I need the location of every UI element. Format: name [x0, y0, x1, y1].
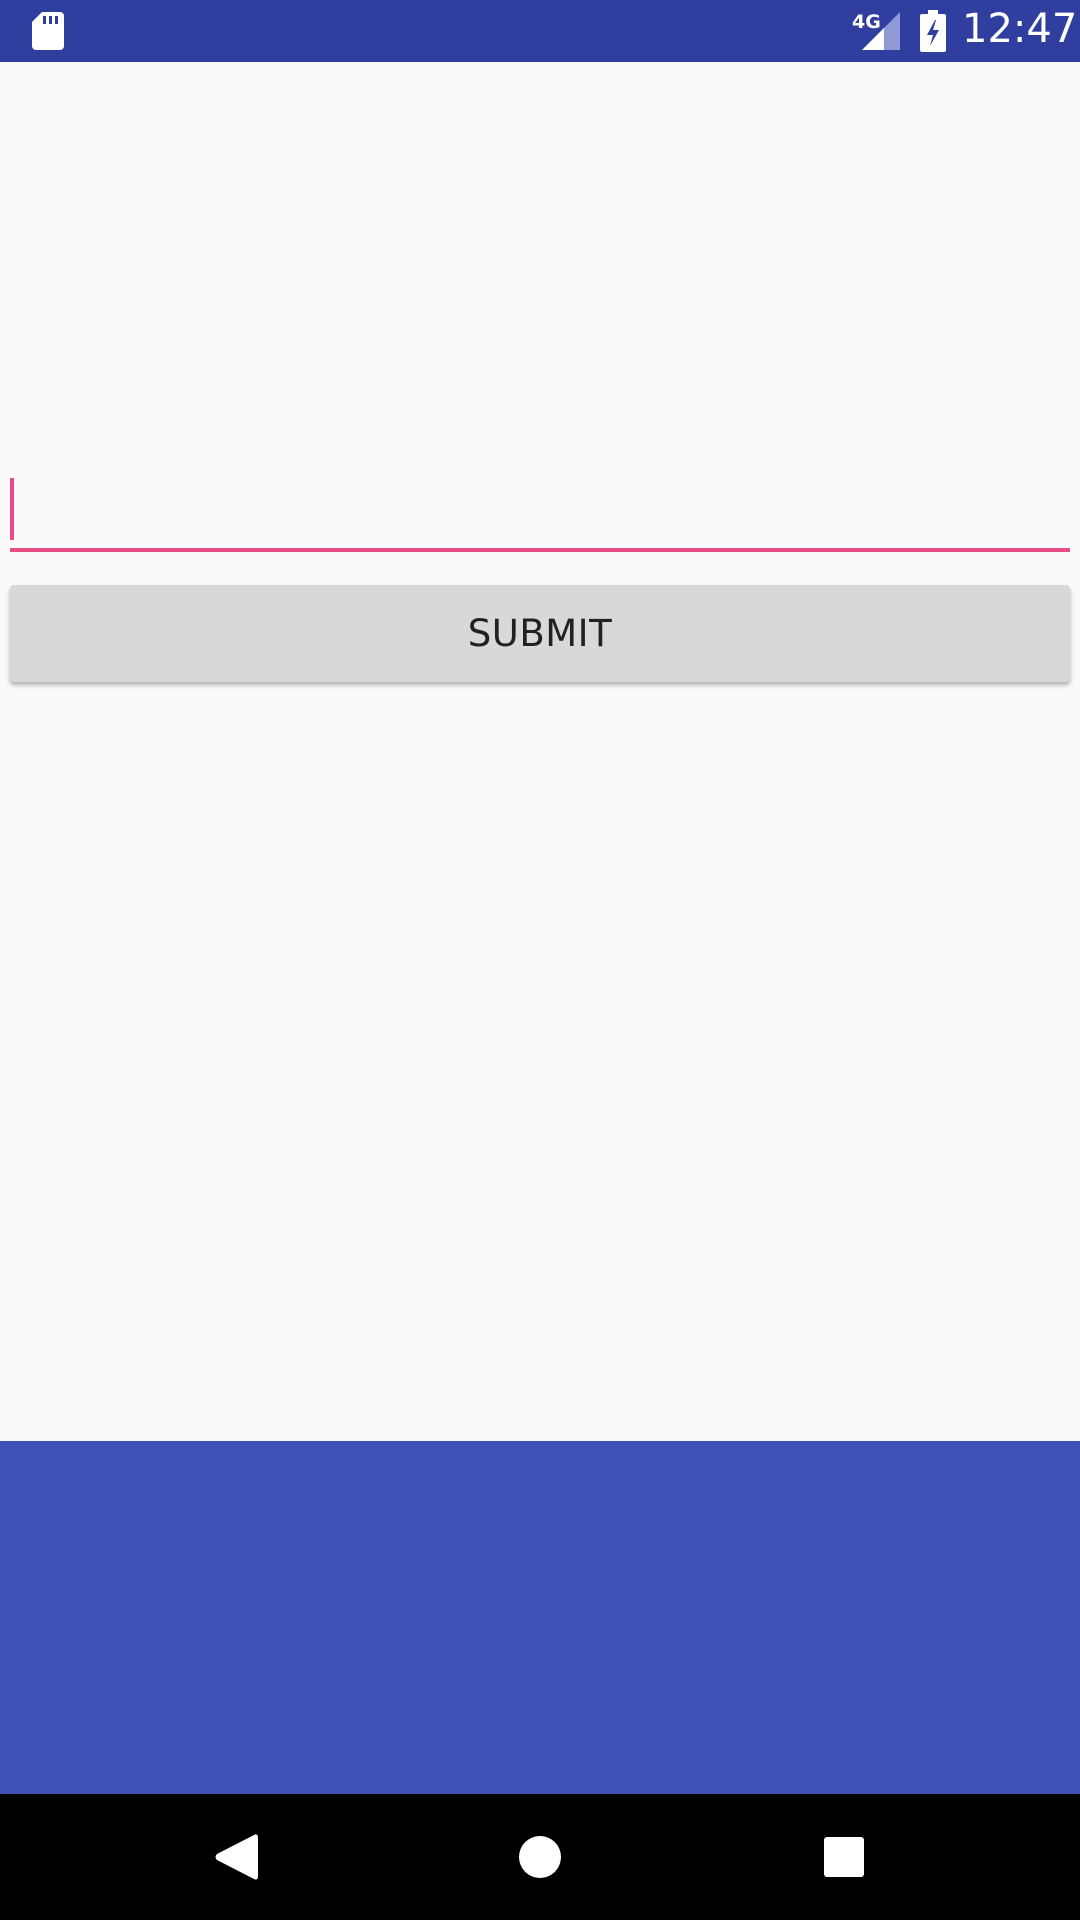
recents-icon [824, 1837, 864, 1877]
text-input[interactable] [10, 476, 1070, 552]
status-bar: 4G 12:47 [0, 0, 1080, 62]
battery-charging-icon [920, 10, 946, 52]
navigation-bar [0, 1794, 1080, 1920]
submit-button-label: SUBMIT [467, 612, 613, 655]
sd-card-icon [32, 12, 64, 50]
back-icon [215, 1834, 258, 1880]
clock: 12:47 [962, 6, 1078, 52]
back-button[interactable] [201, 1822, 271, 1892]
bottom-panel [0, 1441, 1080, 1794]
signal-icon [862, 12, 900, 50]
home-button[interactable] [505, 1822, 575, 1892]
recents-button[interactable] [809, 1822, 879, 1892]
submit-button[interactable]: SUBMIT [10, 585, 1070, 682]
text-cursor [10, 478, 14, 540]
home-icon [519, 1836, 561, 1878]
main-content: SUBMIT [0, 62, 1080, 1441]
